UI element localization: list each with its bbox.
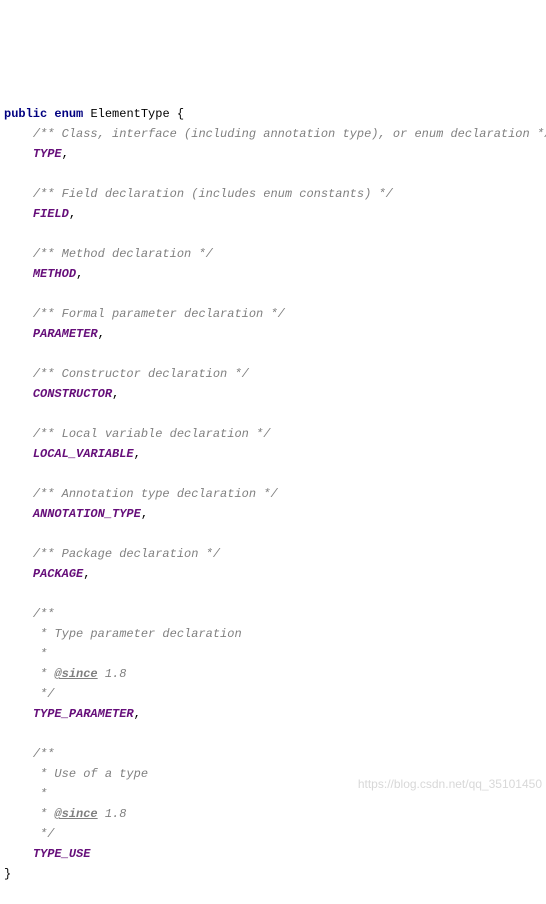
line: /** Annotation type declaration */ xyxy=(4,487,278,501)
javadoc-comment: /** Constructor declaration */ xyxy=(33,367,249,381)
line: LOCAL_VARIABLE, xyxy=(4,447,141,461)
enum-constant: TYPE_USE xyxy=(33,847,91,861)
line: /** xyxy=(4,747,54,761)
punct: , xyxy=(62,147,69,161)
keyword-enum: enum xyxy=(54,107,83,121)
punct: , xyxy=(134,447,141,461)
javadoc-open: /** xyxy=(33,607,55,621)
line: public enum ElementType { xyxy=(4,107,184,121)
line: FIELD, xyxy=(4,207,76,221)
line: TYPE_USE xyxy=(4,847,90,861)
line: /** Method declaration */ xyxy=(4,247,213,261)
javadoc-comment: /** Method declaration */ xyxy=(33,247,213,261)
line: PACKAGE, xyxy=(4,567,90,581)
line: /** Local variable declaration */ xyxy=(4,427,270,441)
javadoc-comment: /** Local variable declaration */ xyxy=(33,427,271,441)
line: * @since 1.8 xyxy=(4,667,126,681)
line: * @since 1.8 xyxy=(4,807,126,821)
punct: , xyxy=(83,567,90,581)
line: /** Field declaration (includes enum con… xyxy=(4,187,393,201)
line: /** Formal parameter declaration */ xyxy=(4,307,285,321)
javadoc-tag-since: @since xyxy=(54,807,97,821)
punct: , xyxy=(76,267,83,281)
javadoc-close: */ xyxy=(33,687,55,701)
line: PARAMETER, xyxy=(4,327,105,341)
enum-constant: CONSTRUCTOR xyxy=(33,387,112,401)
line: CONSTRUCTOR, xyxy=(4,387,119,401)
line: * Use of a type xyxy=(4,767,148,781)
javadoc-open: /** xyxy=(33,747,55,761)
keyword-public: public xyxy=(4,107,47,121)
javadoc-comment: /** Field declaration (includes enum con… xyxy=(33,187,393,201)
watermark-text: https://blog.csdn.net/qq_35101450 xyxy=(358,774,542,794)
enum-constant: ANNOTATION_TYPE xyxy=(33,507,141,521)
code-block: { "code": { "l01": { "kw1": "public", "k… xyxy=(4,24,546,800)
javadoc-line: * @since 1.8 xyxy=(33,667,127,681)
line: * xyxy=(4,647,47,661)
javadoc-comment: /** Annotation type declaration */ xyxy=(33,487,278,501)
punct: , xyxy=(112,387,119,401)
javadoc-comment: /** Class, interface (including annotati… xyxy=(33,127,546,141)
line: } xyxy=(4,867,11,881)
punct: , xyxy=(141,507,148,521)
line: METHOD, xyxy=(4,267,83,281)
enum-constant: TYPE_PARAMETER xyxy=(33,707,134,721)
enum-constant: METHOD xyxy=(33,267,76,281)
line: /** Class, interface (including annotati… xyxy=(4,127,546,141)
class-name: ElementType xyxy=(90,107,169,121)
javadoc-comment: /** Package declaration */ xyxy=(33,547,220,561)
javadoc-comment: /** Formal parameter declaration */ xyxy=(33,307,285,321)
enum-constant: PACKAGE xyxy=(33,567,83,581)
javadoc-line: * Use of a type xyxy=(33,767,148,781)
javadoc-line: * xyxy=(33,647,47,661)
javadoc-tag-since: @since xyxy=(54,667,97,681)
line: /** xyxy=(4,607,54,621)
line: ANNOTATION_TYPE, xyxy=(4,507,148,521)
enum-constant: LOCAL_VARIABLE xyxy=(33,447,134,461)
line: */ xyxy=(4,687,54,701)
javadoc-close: */ xyxy=(33,827,55,841)
line: */ xyxy=(4,827,54,841)
line: /** Package declaration */ xyxy=(4,547,220,561)
line: TYPE, xyxy=(4,147,69,161)
line: * xyxy=(4,787,47,801)
enum-constant: FIELD xyxy=(33,207,69,221)
brace-close: } xyxy=(4,867,11,881)
line: TYPE_PARAMETER, xyxy=(4,707,141,721)
punct: , xyxy=(98,327,105,341)
javadoc-line: * Type parameter declaration xyxy=(33,627,242,641)
enum-constant: PARAMETER xyxy=(33,327,98,341)
enum-constant: TYPE xyxy=(33,147,62,161)
brace-open: { xyxy=(177,107,184,121)
javadoc-line: * @since 1.8 xyxy=(33,807,127,821)
punct: , xyxy=(134,707,141,721)
line: /** Constructor declaration */ xyxy=(4,367,249,381)
javadoc-line: * xyxy=(33,787,47,801)
line: * Type parameter declaration xyxy=(4,627,242,641)
punct: , xyxy=(69,207,76,221)
